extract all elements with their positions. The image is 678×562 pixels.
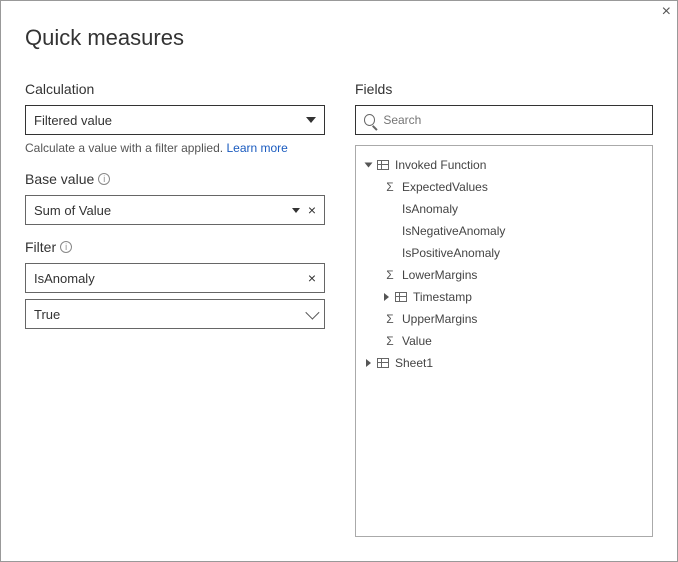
clear-icon[interactable]: × bbox=[308, 270, 316, 286]
table-icon bbox=[377, 358, 389, 368]
chevron-down-icon bbox=[306, 117, 316, 123]
sigma-icon: Σ bbox=[384, 313, 396, 325]
sigma-icon: Σ bbox=[384, 269, 396, 281]
base-value-field[interactable]: Sum of Value × bbox=[25, 195, 325, 225]
tree-field-expectedvalues[interactable]: Σ ExpectedValues bbox=[362, 176, 646, 198]
dialog-title: Quick measures bbox=[25, 25, 653, 51]
fields-label: Fields bbox=[355, 81, 653, 97]
sigma-icon: Σ bbox=[384, 181, 396, 193]
filter-field-name: IsAnomaly bbox=[34, 271, 95, 286]
tree-field-isanomaly[interactable]: IsAnomaly bbox=[362, 198, 646, 220]
table-icon bbox=[395, 292, 407, 302]
base-value-selected: Sum of Value bbox=[34, 203, 111, 218]
fields-search[interactable] bbox=[355, 105, 653, 135]
tree-table-sheet1[interactable]: Sheet1 bbox=[362, 352, 646, 374]
filter-value: True bbox=[34, 307, 60, 322]
expand-icon bbox=[384, 293, 389, 301]
tree-field-lowermargins[interactable]: Σ LowerMargins bbox=[362, 264, 646, 286]
base-value-label: Base value i bbox=[25, 171, 325, 187]
chevron-down-icon bbox=[305, 306, 319, 320]
tree-table-invoked-function[interactable]: Invoked Function bbox=[362, 154, 646, 176]
quick-measures-dialog: × Quick measures Calculation Filtered va… bbox=[0, 0, 678, 562]
tree-field-value[interactable]: Σ Value bbox=[362, 330, 646, 352]
info-icon[interactable]: i bbox=[60, 241, 72, 253]
filter-label: Filter i bbox=[25, 239, 325, 255]
calculation-label: Calculation bbox=[25, 81, 325, 97]
table-icon bbox=[377, 160, 389, 170]
calculation-selected: Filtered value bbox=[34, 113, 112, 128]
expand-icon bbox=[366, 359, 371, 367]
search-input[interactable] bbox=[383, 113, 644, 127]
tree-field-timestamp[interactable]: Timestamp bbox=[362, 286, 646, 308]
tree-field-isnegativeanomaly[interactable]: IsNegativeAnomaly bbox=[362, 220, 646, 242]
tree-field-uppermargins[interactable]: Σ UpperMargins bbox=[362, 308, 646, 330]
calculation-helper: Calculate a value with a filter applied.… bbox=[25, 141, 325, 155]
filter-field[interactable]: IsAnomaly × bbox=[25, 263, 325, 293]
chevron-down-icon bbox=[292, 208, 300, 213]
calculation-select[interactable]: Filtered value bbox=[25, 105, 325, 135]
close-icon[interactable]: × bbox=[662, 3, 671, 21]
sigma-icon: Σ bbox=[384, 335, 396, 347]
expand-icon bbox=[365, 163, 373, 168]
learn-more-link[interactable]: Learn more bbox=[226, 141, 287, 155]
info-icon[interactable]: i bbox=[98, 173, 110, 185]
tree-field-ispositiveanomaly[interactable]: IsPositiveAnomaly bbox=[362, 242, 646, 264]
filter-value-select[interactable]: True bbox=[25, 299, 325, 329]
fields-tree: Invoked Function Σ ExpectedValues IsAnom… bbox=[355, 145, 653, 537]
search-icon bbox=[364, 114, 375, 126]
clear-icon[interactable]: × bbox=[308, 202, 316, 218]
